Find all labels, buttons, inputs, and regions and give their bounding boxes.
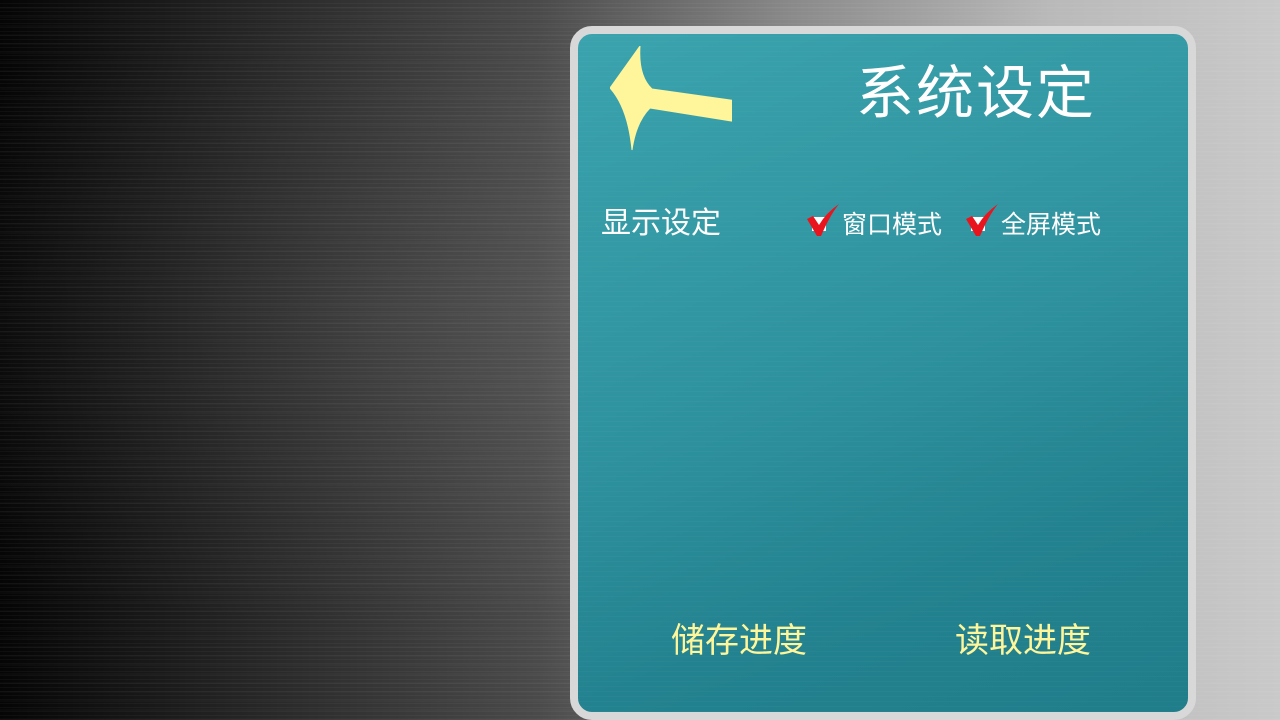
save-progress-button[interactable]: 储存进度	[671, 624, 807, 658]
red-checkmark-icon	[807, 204, 839, 236]
arrow-left-icon	[610, 46, 732, 151]
window-mode-option[interactable]: 窗口模式	[806, 200, 942, 240]
red-checkmark-icon	[966, 204, 998, 236]
fullscreen-mode-option[interactable]: 全屏模式	[965, 200, 1101, 240]
fullscreen-mode-checkbox[interactable]	[965, 203, 998, 237]
window-mode-checkbox[interactable]	[806, 203, 839, 237]
fullscreen-mode-label: 全屏模式	[1001, 209, 1102, 239]
load-progress-button[interactable]: 读取进度	[955, 624, 1091, 658]
page-title: 系统设定	[856, 59, 1097, 127]
display-settings-label: 显示设定	[601, 206, 721, 241]
back-button[interactable]	[610, 46, 732, 158]
window-mode-label: 窗口模式	[842, 209, 943, 239]
settings-panel: 系统设定 显示设定 窗口模式 全屏模式 储存进度 读取进度	[570, 26, 1196, 720]
